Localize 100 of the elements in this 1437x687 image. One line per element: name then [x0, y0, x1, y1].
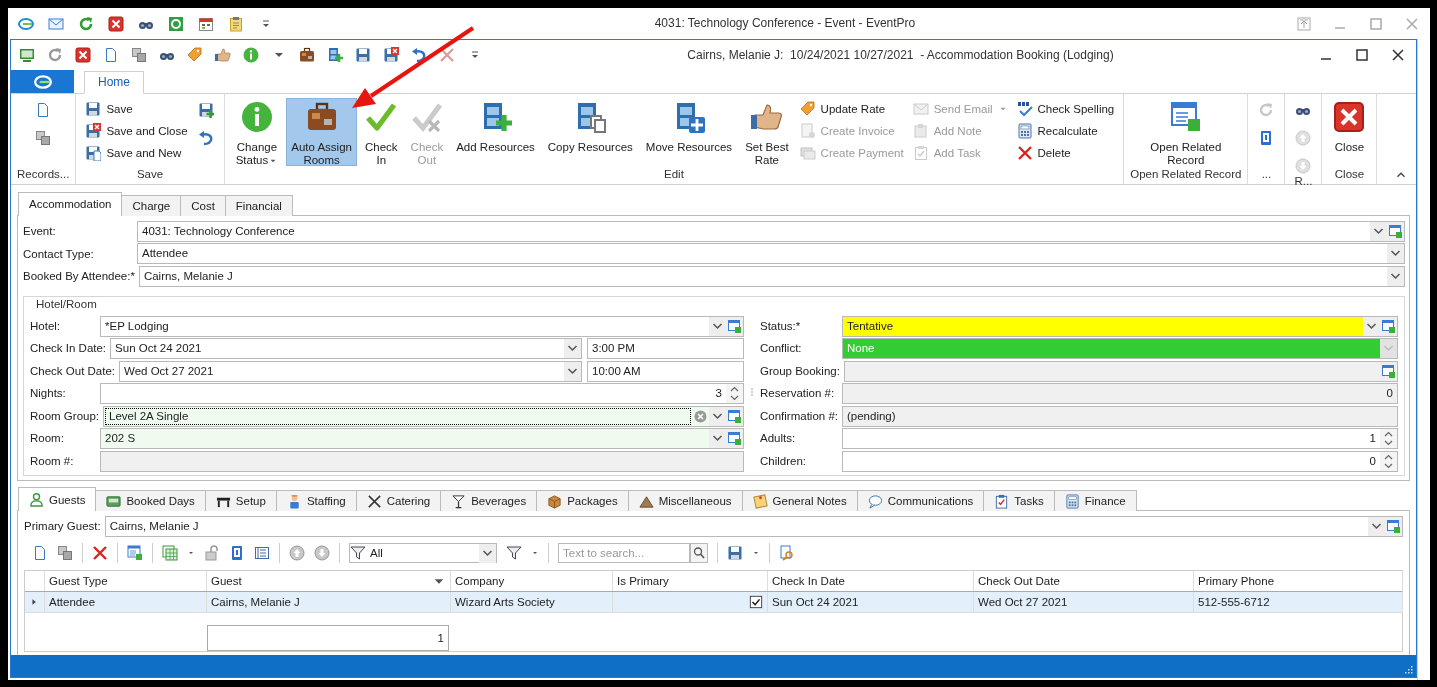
combo-box[interactable]: Attendee	[137, 243, 1405, 265]
copy-icon[interactable]	[57, 545, 73, 562]
copy-icon[interactable]	[35, 130, 52, 146]
document-icon[interactable]	[32, 545, 48, 562]
tag-icon[interactable]	[187, 47, 203, 63]
column-header[interactable]: Is Primary	[613, 570, 768, 591]
spin-button[interactable]	[726, 384, 743, 404]
list-icon[interactable]	[254, 545, 270, 562]
lookup-button[interactable]	[1380, 316, 1397, 336]
monitor-icon[interactable]	[19, 47, 35, 63]
ribbon-button[interactable]: Save and Close	[82, 120, 191, 142]
spin-button[interactable]	[1380, 451, 1397, 471]
combo-box[interactable]: Wed Oct 27 2021	[119, 360, 582, 382]
lookup-button[interactable]	[726, 429, 743, 449]
close-icon[interactable]	[75, 47, 91, 63]
combo-box[interactable]: 202 S	[100, 428, 744, 450]
ribbon-button[interactable]: Move Resources	[640, 98, 738, 166]
tab[interactable]: Financial	[224, 195, 293, 216]
tab[interactable]: Staffing	[275, 490, 357, 512]
app-menu-button[interactable]	[11, 70, 74, 93]
column-header[interactable]: Guest Type	[45, 570, 207, 591]
filter-dropdown[interactable]: All	[349, 543, 497, 564]
spin-field[interactable]: 0	[842, 450, 1398, 472]
ribbon-button[interactable]: Delete	[1013, 142, 1118, 164]
undo-icon[interactable]	[197, 130, 214, 146]
tab[interactable]: Packages	[536, 490, 629, 512]
maximize-icon[interactable]	[1354, 47, 1370, 63]
lookup-button[interactable]	[726, 316, 743, 336]
combo-box[interactable]: Level 2A Single	[103, 405, 744, 427]
tab[interactable]: Guests	[18, 487, 97, 512]
spreadsheet-icon[interactable]	[162, 545, 178, 562]
column-header[interactable]: Guest	[207, 570, 451, 591]
dropdown-button[interactable]	[1387, 266, 1404, 286]
time-field[interactable]: 10:00 AM	[587, 360, 744, 382]
ribbon-button[interactable]: Check In	[359, 98, 403, 166]
ribbon-button[interactable]: Set Best Rate	[740, 98, 794, 166]
funnel-icon[interactable]	[506, 545, 522, 562]
dropdown-button[interactable]	[1370, 221, 1387, 241]
combo-box[interactable]: Tentative	[842, 315, 1398, 337]
ribbon-button[interactable]: Close	[1328, 98, 1371, 166]
refresh-icon[interactable]	[47, 47, 63, 63]
dropdown-button[interactable]	[1363, 316, 1380, 336]
envelope-icon[interactable]	[48, 15, 64, 32]
arrow-down-icon[interactable]	[314, 545, 330, 562]
tab[interactable]: Catering	[355, 490, 442, 512]
document-search-icon[interactable]	[779, 545, 795, 562]
logo-icon[interactable]	[18, 15, 34, 32]
ribbon-tab[interactable]: Home	[84, 71, 144, 94]
dropdown-button[interactable]	[564, 361, 581, 381]
checkbox[interactable]	[749, 594, 763, 609]
dropdown-button[interactable]	[479, 543, 496, 563]
tab[interactable]: Miscellaneous	[627, 490, 743, 512]
arrow-up-icon[interactable]	[289, 545, 305, 562]
combo-box[interactable]: 4031: Technology Conference	[137, 220, 1405, 242]
column-header[interactable]: Check Out Date	[974, 570, 1194, 591]
refresh-icon[interactable]	[78, 15, 94, 32]
ribbon-button[interactable]: Open Related Record	[1145, 98, 1227, 166]
lookup-button[interactable]	[1385, 517, 1402, 537]
ribbon-button[interactable]: Check Spelling	[1013, 98, 1118, 120]
tab[interactable]: Accommodation	[18, 192, 123, 216]
dropdown-button[interactable]	[564, 339, 581, 359]
suitcase-icon[interactable]	[299, 47, 315, 63]
lookup-button[interactable]	[1387, 221, 1404, 241]
ribbon-button[interactable]: Auto Assign Rooms	[286, 98, 357, 166]
tab[interactable]: Communications	[856, 490, 985, 512]
column-header[interactable]: Company	[451, 570, 613, 591]
spin-button[interactable]	[1380, 429, 1397, 449]
combo-box[interactable]: Cairns, Melanie J	[104, 516, 1403, 538]
tab[interactable]: Charge	[121, 195, 182, 216]
tab[interactable]: Tasks	[983, 490, 1055, 512]
window-icon[interactable]	[127, 545, 143, 562]
column-header[interactable]: Check In Date	[768, 570, 974, 591]
dropdown-button[interactable]	[1368, 517, 1385, 537]
save-add-icon[interactable]	[197, 102, 214, 118]
ribbon-button[interactable]: Copy Resources	[542, 98, 638, 166]
save-close-icon[interactable]	[383, 47, 399, 63]
info-icon[interactable]	[243, 47, 259, 63]
spin-field[interactable]: 3	[100, 383, 744, 405]
delete-icon[interactable]	[92, 545, 108, 562]
close-icon[interactable]	[1390, 47, 1406, 63]
spin-field[interactable]: 1	[842, 428, 1398, 450]
lookup-button[interactable]	[726, 406, 743, 426]
close-icon[interactable]	[108, 15, 124, 32]
search-button[interactable]	[690, 543, 708, 564]
ribbon-button[interactable]: Save	[82, 98, 191, 120]
gear-icon[interactable]	[168, 15, 184, 32]
ribbon-button[interactable]: Change Status	[230, 98, 284, 166]
thumbs-up-icon[interactable]	[215, 47, 231, 63]
save-icon[interactable]	[355, 47, 371, 63]
calendar-icon[interactable]	[198, 15, 214, 32]
undo-icon[interactable]	[411, 47, 427, 63]
column-header[interactable]: Primary Phone	[1194, 570, 1403, 591]
resize-grip-icon[interactable]	[1402, 663, 1414, 675]
clipboard-icon[interactable]	[228, 15, 244, 32]
tab[interactable]: Cost	[180, 195, 226, 216]
table-row[interactable]: Attendee Cairns, Melanie J Wizard Arts Society Sun Oct 24 2021 Wed Oct 27 2021 512-555-6712	[25, 591, 1402, 613]
tab[interactable]: Finance	[1053, 490, 1137, 512]
dropdown-button[interactable]	[709, 316, 726, 336]
combo-box[interactable]: *EP Lodging	[100, 315, 744, 337]
tab[interactable]: Beverages	[440, 490, 538, 512]
